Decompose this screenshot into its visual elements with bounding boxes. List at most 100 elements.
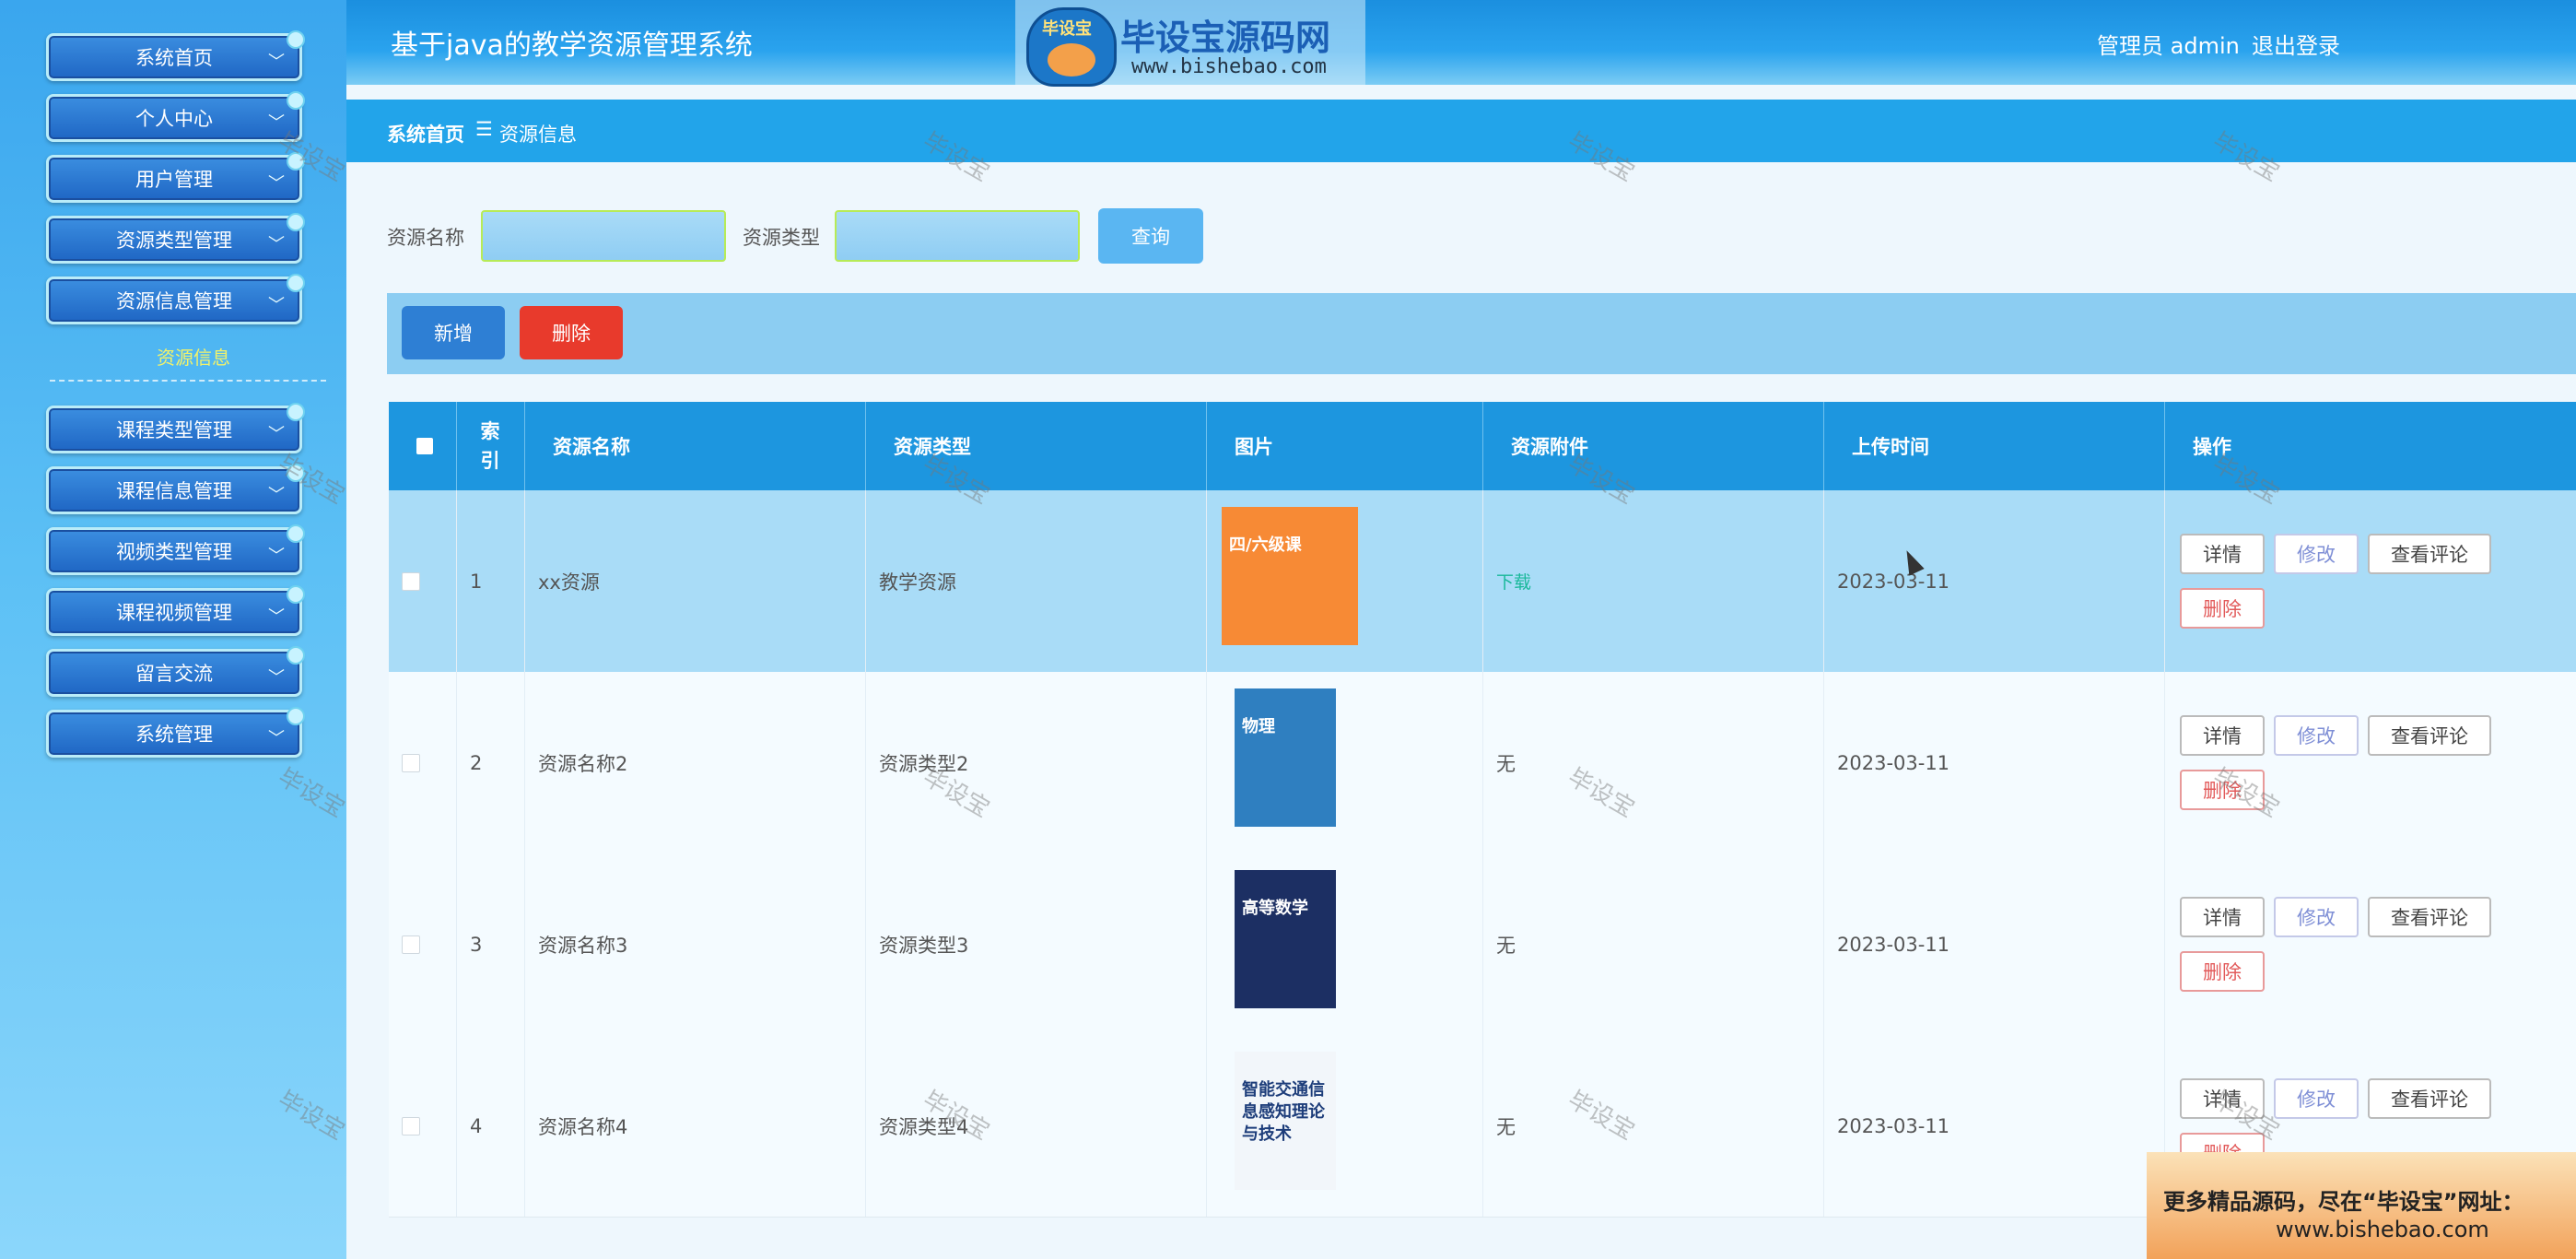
edit-button[interactable]: 修改 bbox=[2274, 897, 2359, 937]
chevron-down-icon: ﹀ bbox=[268, 296, 285, 315]
row-checkbox-cell bbox=[389, 1035, 457, 1217]
resource-thumbnail[interactable]: 智能交通信息感知理论与技术 bbox=[1235, 1052, 1336, 1190]
chevron-down-icon: ﹀ bbox=[268, 486, 285, 505]
sidebar: 系统首页 ﹀ 个人中心 ﹀ 用户管理 ﹀ 资源类型管理 ﹀ 资源信息管理 ﹀ 资源信息 课… bbox=[0, 0, 346, 1259]
cell-time: 2023-03-11 bbox=[1824, 1035, 2165, 1217]
resource-thumbnail[interactable]: 物理 bbox=[1235, 688, 1336, 827]
chevron-down-icon: ﹀ bbox=[268, 425, 285, 444]
header-attachment: 资源附件 bbox=[1483, 402, 1824, 490]
select-all-checkbox[interactable] bbox=[389, 402, 457, 490]
sidebar-subitem-resource-info[interactable]: 资源信息 bbox=[157, 343, 230, 370]
menu-icon: ☰ bbox=[475, 118, 493, 140]
cell-index: 2 bbox=[457, 672, 525, 853]
download-link[interactable]: 下载 bbox=[1496, 569, 1531, 594]
sidebar-item-users[interactable]: 用户管理 ﹀ bbox=[46, 152, 305, 203]
knob-icon bbox=[287, 91, 305, 110]
sidebar-item-label: 课程类型管理 bbox=[116, 419, 232, 441]
sidebar-item-profile[interactable]: 个人中心 ﹀ bbox=[46, 91, 305, 142]
edit-button[interactable]: 修改 bbox=[2274, 715, 2359, 756]
promo-banner[interactable]: 更多精品源码，尽在“毕设宝”网址： www.bishebao.com bbox=[2147, 1152, 2576, 1259]
user-label: 管理员 admin bbox=[2097, 33, 2240, 59]
add-button[interactable]: 新增 bbox=[402, 306, 505, 359]
logout-link[interactable]: 退出登录 bbox=[2252, 28, 2340, 60]
query-button[interactable]: 查询 bbox=[1098, 208, 1203, 264]
view-comments-button[interactable]: 查看评论 bbox=[2368, 1078, 2491, 1119]
sidebar-item-label: 资源类型管理 bbox=[116, 229, 232, 252]
chevron-down-icon: ﹀ bbox=[268, 174, 285, 194]
cell-attachment: 无 bbox=[1483, 1035, 1824, 1217]
site-logo: 毕设宝 毕设宝源码网 www.bishebao.com bbox=[1015, 0, 1365, 87]
table-row[interactable]: 2 资源名称2 资源类型2 物理无 2023-03-11 详情 修改 查看评论 删除 bbox=[389, 672, 2576, 854]
view-comments-button[interactable]: 查看评论 bbox=[2368, 715, 2491, 756]
detail-button[interactable]: 详情 bbox=[2180, 1078, 2265, 1119]
resource-thumbnail[interactable]: 四/六级课 bbox=[1222, 507, 1358, 645]
header-actions: 操作 bbox=[2193, 436, 2231, 458]
sidebar-item-course-types[interactable]: 课程类型管理 ﹀ bbox=[46, 403, 305, 453]
detail-button[interactable]: 详情 bbox=[2180, 534, 2265, 574]
knob-icon bbox=[287, 585, 305, 604]
row-checkbox[interactable] bbox=[402, 571, 420, 591]
attachment-text: 无 bbox=[1496, 1115, 1516, 1138]
chevron-down-icon: ﹀ bbox=[268, 729, 285, 748]
knob-icon bbox=[287, 213, 305, 231]
table-row[interactable]: 1 xx资源 教学资源 四/六级课 下载 2023-03-11 详情 修改 查看评论 删除 bbox=[389, 490, 2576, 673]
sidebar-item-home[interactable]: 系统首页 ﹀ bbox=[46, 30, 305, 81]
row-checkbox[interactable] bbox=[402, 935, 420, 954]
sidebar-item-label: 资源信息管理 bbox=[116, 290, 232, 312]
sidebar-item-system[interactable]: 系统管理 ﹀ bbox=[46, 707, 305, 758]
delete-button[interactable]: 删除 bbox=[520, 306, 623, 359]
app-title: 基于java的教学资源管理系统 bbox=[391, 29, 753, 62]
sidebar-item-label: 系统首页 bbox=[135, 47, 213, 69]
sidebar-item-messages[interactable]: 留言交流 ﹀ bbox=[46, 646, 305, 697]
search-name-label: 资源名称 bbox=[387, 227, 464, 249]
knob-icon bbox=[287, 646, 305, 665]
logo-face-icon bbox=[1048, 43, 1095, 76]
attachment-text: 无 bbox=[1496, 934, 1516, 957]
search-type-input[interactable] bbox=[835, 210, 1080, 262]
sidebar-item-resources[interactable]: 资源信息管理 ﹀ bbox=[46, 274, 305, 324]
detail-button[interactable]: 详情 bbox=[2180, 897, 2265, 937]
row-delete-button[interactable]: 删除 bbox=[2180, 588, 2265, 629]
sidebar-item-courses[interactable]: 课程信息管理 ﹀ bbox=[46, 464, 305, 514]
cell-index: 3 bbox=[457, 853, 525, 1035]
row-checkbox[interactable] bbox=[402, 1116, 420, 1135]
cell-attachment: 无 bbox=[1483, 853, 1824, 1035]
resource-thumbnail[interactable]: 高等数学 bbox=[1235, 870, 1336, 1008]
cell-time: 2023-03-11 bbox=[1824, 490, 2165, 672]
view-comments-button[interactable]: 查看评论 bbox=[2368, 897, 2491, 937]
cell-actions: 详情修改查看评论删除 bbox=[2165, 672, 2576, 853]
search-type-label: 资源类型 bbox=[743, 227, 820, 249]
chevron-down-icon: ﹀ bbox=[268, 53, 285, 72]
chevron-down-icon: ﹀ bbox=[268, 235, 285, 254]
attachment-text: 无 bbox=[1496, 752, 1516, 775]
logo-name: 毕设宝源码网 bbox=[1120, 18, 1331, 58]
logo-url: www.bishebao.com bbox=[1131, 55, 1327, 78]
sidebar-item-video-types[interactable]: 视频类型管理 ﹀ bbox=[46, 524, 305, 575]
sidebar-item-course-videos[interactable]: 课程视频管理 ﹀ bbox=[46, 585, 305, 636]
sidebar-item-label: 系统管理 bbox=[135, 724, 213, 746]
cell-type: 资源类型2 bbox=[866, 672, 1207, 853]
sidebar-item-resource-types[interactable]: 资源类型管理 ﹀ bbox=[46, 213, 305, 264]
table-row[interactable]: 3 资源名称3 资源类型3 高等数学无 2023-03-11 详情 修改 查看评论 删除 bbox=[389, 853, 2576, 1036]
thumbnail-caption: 物理 bbox=[1242, 717, 1275, 736]
knob-icon bbox=[287, 152, 305, 171]
edit-button[interactable]: 修改 bbox=[2274, 534, 2359, 574]
search-name-input[interactable] bbox=[481, 210, 726, 262]
sidebar-item-label: 视频类型管理 bbox=[116, 541, 232, 563]
chevron-down-icon: ﹀ bbox=[268, 547, 285, 566]
thumbnail-caption: 智能交通信息感知理论与技术 bbox=[1242, 1080, 1325, 1144]
row-delete-button[interactable]: 删除 bbox=[2180, 951, 2265, 992]
sidebar-item-label: 课程视频管理 bbox=[116, 602, 232, 624]
edit-button[interactable]: 修改 bbox=[2274, 1078, 2359, 1119]
cell-type: 教学资源 bbox=[866, 490, 1207, 672]
chevron-down-icon: ﹀ bbox=[268, 668, 285, 688]
row-delete-button[interactable]: 删除 bbox=[2180, 770, 2265, 810]
divider bbox=[50, 380, 326, 382]
row-checkbox[interactable] bbox=[402, 753, 420, 772]
cell-name: 资源名称4 bbox=[525, 1035, 866, 1217]
knob-icon bbox=[287, 403, 305, 421]
detail-button[interactable]: 详情 bbox=[2180, 715, 2265, 756]
promo-line1: 更多精品源码，尽在“毕设宝”网址： bbox=[2163, 1189, 2524, 1215]
breadcrumb-home[interactable]: 系统首页 bbox=[387, 120, 464, 147]
view-comments-button[interactable]: 查看评论 bbox=[2368, 534, 2491, 574]
